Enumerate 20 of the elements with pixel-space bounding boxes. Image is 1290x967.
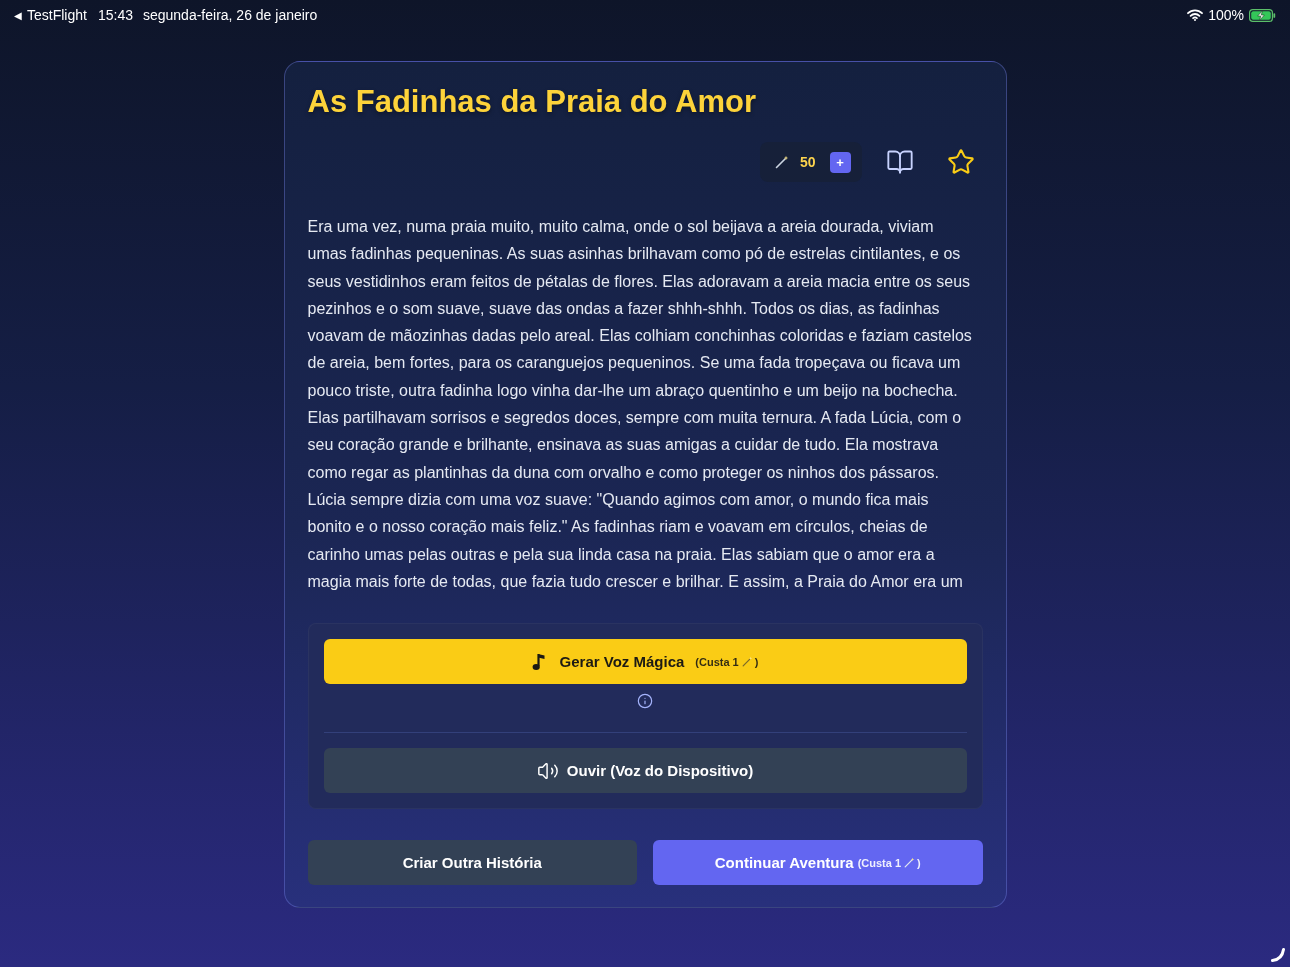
back-link[interactable]: ◀ TestFlight <box>14 7 87 23</box>
continue-button[interactable]: Continuar Aventura (Custa 1 ) <box>653 840 983 886</box>
credit-count: 50 <box>799 154 816 170</box>
wifi-icon <box>1187 9 1204 21</box>
battery-percent: 100% <box>1208 7 1244 23</box>
corner-handle-icon[interactable] <box>1271 948 1285 962</box>
listen-button[interactable]: Ouvir (Voz do Dispositivo) <box>323 748 967 794</box>
magic-wand-icon <box>904 857 916 869</box>
status-date: segunda-feira, 26 de janeiro <box>142 7 318 23</box>
story-text: Era uma vez, numa praia muito, muito calma, onde o sol beijava a areia dourada, viviam umas fadinhas pequeninas. As suas asinhas brilhavam como pó de estrelas cintilantes, e os seus vestidinhos eram feitos de pétalas de flores. Elas adoravam a areia macia entre os seus pezinhos e o som suave, suave das ondas a fazer shhh-shhh. Todos os dias, as fadinhas voavam de mãozinhas dadas pelo areal. Elas colhiam conchinhas coloridas e faziam castelos de areia, bem fortes, para os caranguejos pequeninos. Se uma fada tropeçava ou ficava um pouco triste, outra fadinha logo vinha dar-lhe um abraço quentinho e um beijo na bochecha. Elas partilhavam sorrisos e segredos doces, sempre com muita ternura. A fada Lúcia, com o seu coração grande e brilhante, ensinava as suas amigas a cuidar de tudo. Ela mostrava como regar as plantinhas da duna com orvalho e como proteger os ninhos dos pássaros. Lúcia sempre dizia com uma voz suave: "Quando agimos com amor, o mundo fica mais bonito e o nosso coração mais feliz." As fadinhas riam e voavam em círculos, cheias de carinho umas pelas outras e pela sua linda casa na praia. Elas sabiam que o amor era a magia mais forte de todas, que fazia tudo crescer e brilhar. E assim, a Praia do Amor era um <box>307 217 973 592</box>
magic-wand-icon <box>741 656 753 668</box>
generate-voice-button[interactable]: Gerar Voz Mágica (Custa 1 ) <box>323 639 967 685</box>
music-note-icon <box>531 652 546 671</box>
add-credits-button[interactable]: + <box>829 151 851 173</box>
story-title: As Fadinhas da Praia do Amor <box>307 83 757 121</box>
magic-wand-icon <box>774 155 789 169</box>
info-icon[interactable] <box>637 693 653 710</box>
new-story-button[interactable]: Criar Outra História <box>307 840 637 886</box>
status-time: 15:43 <box>97 7 133 23</box>
battery-charging-icon <box>1249 8 1276 22</box>
